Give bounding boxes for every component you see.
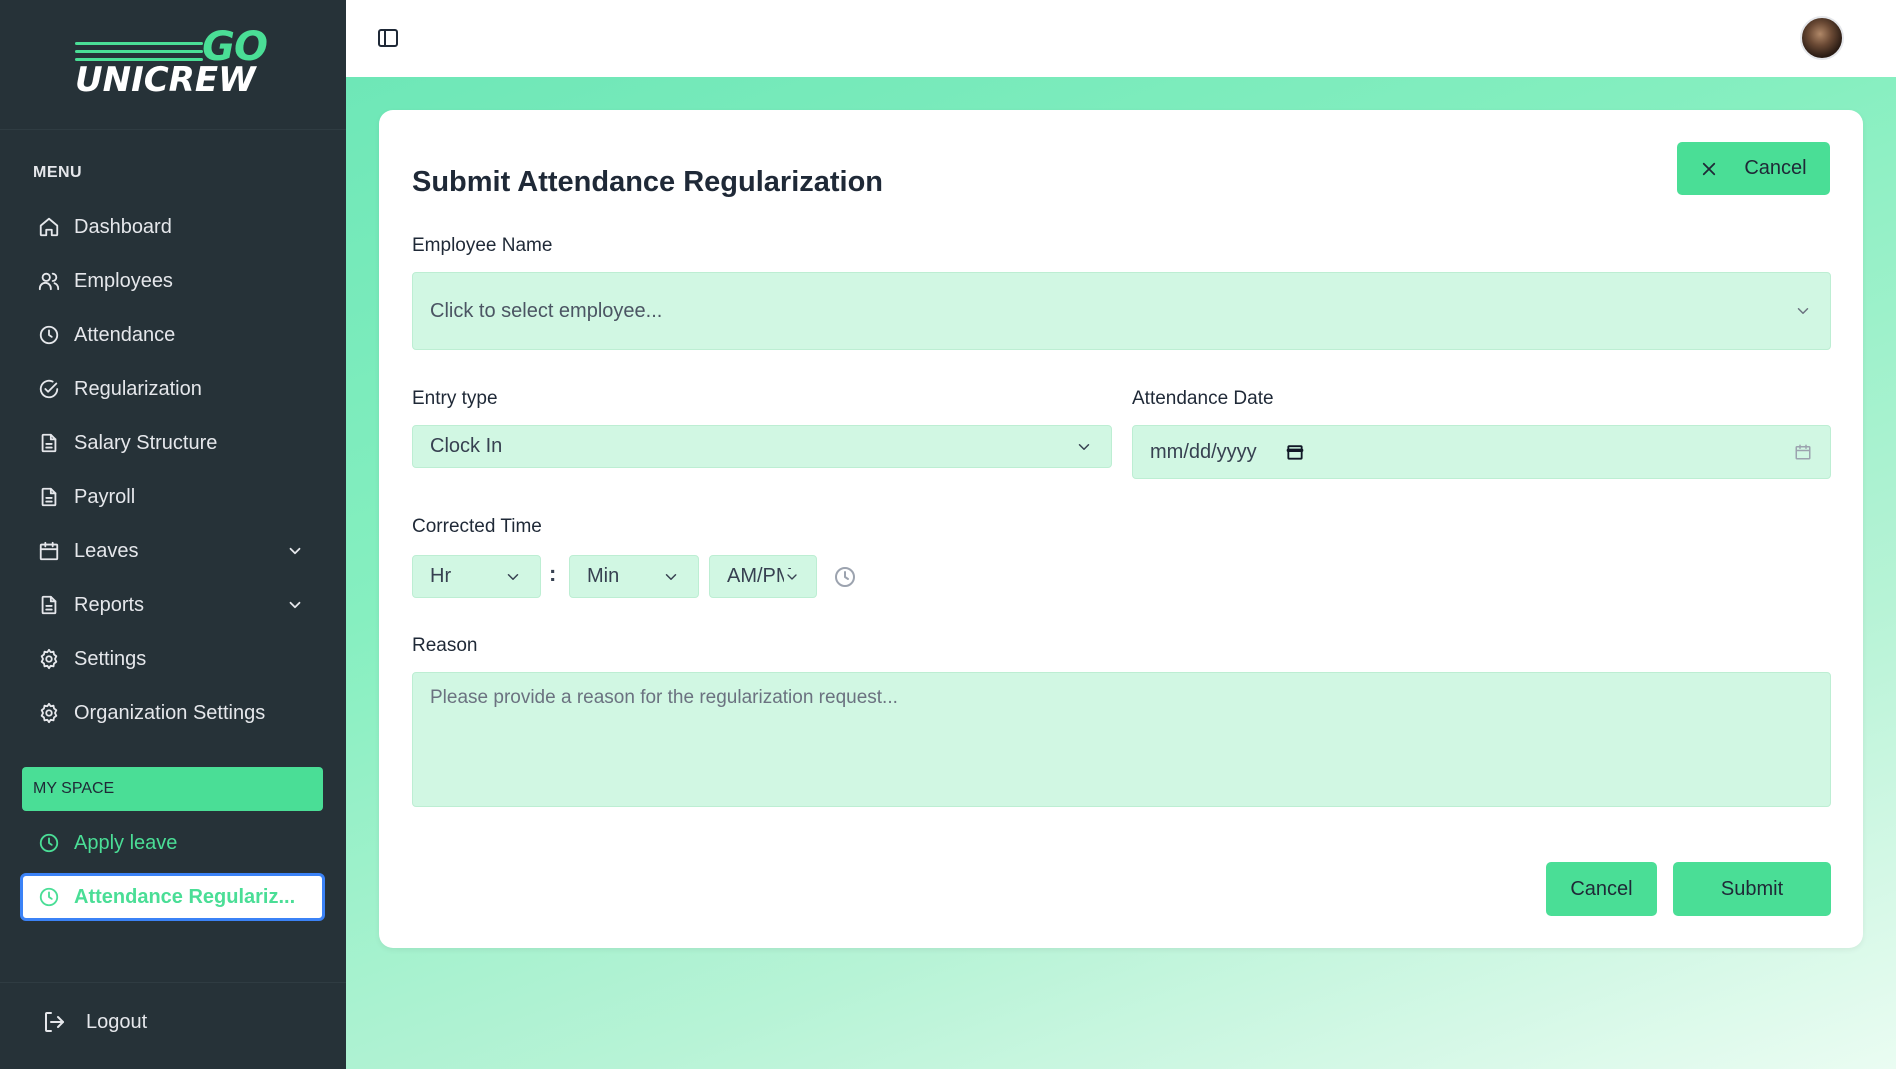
sidebar-item-organization-settings[interactable]: Organization Settings — [0, 686, 346, 740]
chevron-down-icon — [784, 568, 800, 585]
sidebar-item-employees[interactable]: Employees — [0, 254, 346, 308]
sidebar-item-dashboard[interactable]: Dashboard — [0, 200, 346, 254]
sidebar-item-label: Payroll — [74, 485, 136, 508]
attendance-date-placeholder: mm/dd/yyyy — [1150, 440, 1257, 463]
entry-type-label: Entry type — [412, 388, 498, 409]
sidebar-item-label: Settings — [74, 647, 147, 670]
clock-icon — [39, 833, 59, 853]
main-content: Submit Attendance Regularization Cancel … — [346, 77, 1896, 1069]
attendance-date-label: Attendance Date — [1132, 388, 1274, 409]
submit-button[interactable]: Submit — [1673, 862, 1831, 916]
employee-select[interactable]: Click to select employee... — [412, 272, 1831, 350]
reason-label: Reason — [412, 635, 478, 656]
clock-icon — [39, 887, 59, 907]
reason-placeholder: Please provide a reason for the regulari… — [430, 687, 898, 708]
sidebar-item-label: Attendance — [74, 323, 176, 346]
hour-select[interactable]: Hr — [412, 555, 541, 598]
sidebar-item-apply-leave[interactable]: Apply leave — [20, 819, 325, 867]
corrected-time-label: Corrected Time — [412, 516, 542, 537]
chevron-down-icon[interactable] — [286, 542, 304, 560]
sidebar-item-label: Attendance Regulariz... — [74, 885, 296, 908]
sidebar-item-attendance[interactable]: Attendance — [0, 308, 346, 362]
logout-button[interactable]: Logout — [42, 1010, 147, 1034]
sidebar-item-label: Dashboard — [74, 215, 172, 238]
sidebar-item-label: Salary Structure — [74, 431, 218, 454]
sidebar: GO UNICREW MENU Dashboard Employees Atte… — [0, 0, 346, 1069]
users-icon — [38, 272, 60, 291]
document-icon — [41, 487, 57, 507]
sidebar-item-label: Reports — [74, 593, 145, 616]
sidebar-item-label: Organization Settings — [74, 701, 266, 724]
regularization-form-card: Submit Attendance Regularization Cancel … — [379, 110, 1863, 948]
time-separator: : — [549, 561, 557, 586]
gear-icon — [40, 702, 58, 724]
menu-section-title: MENU — [33, 164, 83, 181]
cancel-button[interactable]: Cancel — [1546, 862, 1657, 916]
document-icon — [41, 595, 57, 615]
reason-textarea[interactable]: Please provide a reason for the regulari… — [412, 672, 1831, 807]
minute-placeholder: Min — [587, 565, 620, 587]
minute-select[interactable]: Min — [569, 555, 699, 598]
sidebar-item-label: Apply leave — [74, 831, 178, 854]
calendar-picker-icon[interactable] — [1285, 442, 1305, 462]
sidebar-item-label: Regularization — [74, 377, 202, 400]
document-icon — [41, 433, 57, 453]
sidebar-toggle-icon[interactable] — [376, 26, 400, 50]
cancel-top-label: Cancel — [1744, 157, 1807, 179]
hour-placeholder: Hr — [430, 565, 452, 587]
divider — [0, 982, 346, 983]
entry-type-select[interactable]: Clock In — [412, 425, 1112, 468]
my-space-header: MY SPACE — [22, 767, 323, 811]
sidebar-item-salary-structure[interactable]: Salary Structure — [0, 416, 346, 470]
brand-logo[interactable]: GO UNICREW — [0, 0, 346, 130]
logout-label: Logout — [86, 1010, 148, 1033]
avatar[interactable] — [1800, 16, 1844, 60]
clock-icon — [835, 567, 855, 587]
logout-icon — [45, 1012, 64, 1032]
sidebar-item-leaves[interactable]: Leaves — [0, 524, 346, 578]
home-icon — [39, 217, 59, 237]
sidebar-item-regularization[interactable]: Regularization — [0, 362, 346, 416]
chevron-down-icon — [507, 573, 519, 580]
top-bar — [346, 0, 1896, 77]
sidebar-nav: Dashboard Employees Attendance Regulariz… — [0, 200, 346, 740]
chevron-down-icon — [1797, 308, 1809, 314]
chevron-down-icon — [665, 573, 677, 580]
chevron-down-icon[interactable] — [286, 596, 304, 614]
sidebar-item-attendance-regularization[interactable]: Attendance Regulariz... — [20, 873, 325, 921]
employee-name-label: Employee Name — [412, 235, 553, 256]
employee-select-placeholder: Click to select employee... — [430, 299, 663, 322]
cancel-top-button[interactable]: Cancel — [1677, 142, 1830, 195]
logo-name-text: UNICREW — [75, 59, 256, 100]
calendar-icon — [39, 541, 59, 561]
page-title: Submit Attendance Regularization — [412, 166, 884, 198]
clock-icon — [39, 325, 59, 345]
check-circle-icon — [39, 379, 59, 399]
ampm-placeholder: AM/PM — [727, 565, 793, 587]
sidebar-item-reports[interactable]: Reports — [0, 578, 346, 632]
ampm-select[interactable]: AM/PM — [709, 555, 817, 598]
sidebar-item-label: Employees — [74, 269, 173, 292]
sidebar-item-payroll[interactable]: Payroll — [0, 470, 346, 524]
chevron-down-icon — [1078, 443, 1090, 450]
sidebar-item-settings[interactable]: Settings — [0, 632, 346, 686]
calendar-icon — [1795, 444, 1811, 460]
attendance-date-input[interactable]: mm/dd/yyyy — [1132, 425, 1831, 479]
entry-type-value: Clock In — [430, 435, 503, 457]
close-icon — [1703, 162, 1716, 175]
sidebar-item-label: Leaves — [74, 539, 139, 562]
gear-icon — [40, 648, 58, 670]
